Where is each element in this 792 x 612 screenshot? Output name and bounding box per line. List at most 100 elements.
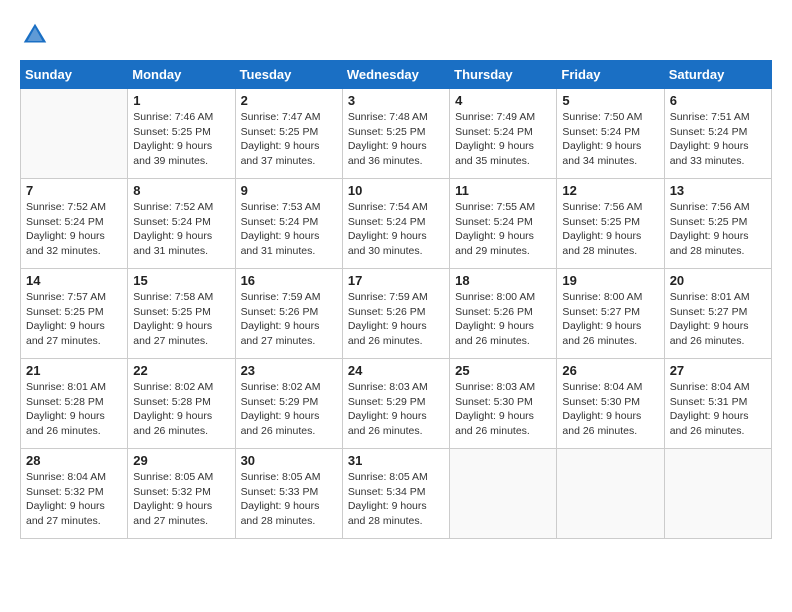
logo — [20, 20, 54, 50]
day-info: Sunrise: 7:50 AM Sunset: 5:24 PM Dayligh… — [562, 110, 658, 169]
calendar-cell: 22 Sunrise: 8:02 AM Sunset: 5:28 PM Dayli… — [128, 359, 235, 449]
calendar-cell: 28 Sunrise: 8:04 AM Sunset: 5:32 PM Dayli… — [21, 449, 128, 539]
day-number: 5 — [562, 93, 658, 108]
calendar-cell: 26Sunrise: 8:04 AM Sunset: 5:30 PM Dayli… — [557, 359, 664, 449]
calendar-cell: 11 Sunrise: 7:55 AM Sunset: 5:24 PM Dayli… — [450, 179, 557, 269]
calendar-cell: 7 Sunrise: 7:52 AM Sunset: 5:24 PM Daylig… — [21, 179, 128, 269]
calendar-week-row: 28 Sunrise: 8:04 AM Sunset: 5:32 PM Dayli… — [21, 449, 772, 539]
day-info: Sunrise: 7:49 AM Sunset: 5:24 PM Dayligh… — [455, 110, 551, 169]
calendar-cell: 23 Sunrise: 8:02 AM Sunset: 5:29 PM Dayli… — [235, 359, 342, 449]
day-info: Sunrise: 7:59 AM Sunset: 5:26 PM Dayligh… — [348, 290, 444, 349]
logo-icon — [20, 20, 50, 50]
day-number: 9 — [241, 183, 337, 198]
day-info: Sunrise: 7:52 AM Sunset: 5:24 PM Dayligh… — [133, 200, 229, 259]
day-info: Sunrise: 8:04 AM Sunset: 5:32 PM Dayligh… — [26, 470, 122, 529]
calendar-cell: 16 Sunrise: 7:59 AM Sunset: 5:26 PM Dayli… — [235, 269, 342, 359]
day-info: Sunrise: 8:01 AM Sunset: 5:27 PM Dayligh… — [670, 290, 766, 349]
calendar-cell: 19 Sunrise: 8:00 AM Sunset: 5:27 PM Dayli… — [557, 269, 664, 359]
calendar-cell: 24 Sunrise: 8:03 AM Sunset: 5:29 PM Dayli… — [342, 359, 449, 449]
day-number: 17 — [348, 273, 444, 288]
calendar-cell — [450, 449, 557, 539]
calendar-cell: 9 Sunrise: 7:53 AM Sunset: 5:24 PM Daylig… — [235, 179, 342, 269]
calendar-cell: 13 Sunrise: 7:56 AM Sunset: 5:25 PM Dayli… — [664, 179, 771, 269]
day-info: Sunrise: 7:56 AM Sunset: 5:25 PM Dayligh… — [670, 200, 766, 259]
day-info: Sunrise: 7:59 AM Sunset: 5:26 PM Dayligh… — [241, 290, 337, 349]
weekday-header-sunday: Sunday — [21, 61, 128, 89]
calendar-cell: 8 Sunrise: 7:52 AM Sunset: 5:24 PM Daylig… — [128, 179, 235, 269]
day-info: Sunrise: 8:02 AM Sunset: 5:29 PM Dayligh… — [241, 380, 337, 439]
day-number: 19 — [562, 273, 658, 288]
day-info: Sunrise: 7:57 AM Sunset: 5:25 PM Dayligh… — [26, 290, 122, 349]
calendar-week-row: 7 Sunrise: 7:52 AM Sunset: 5:24 PM Daylig… — [21, 179, 772, 269]
calendar-cell: 29 Sunrise: 8:05 AM Sunset: 5:32 PM Dayli… — [128, 449, 235, 539]
day-info: Sunrise: 8:05 AM Sunset: 5:32 PM Dayligh… — [133, 470, 229, 529]
calendar-week-row: 21 Sunrise: 8:01 AM Sunset: 5:28 PM Dayli… — [21, 359, 772, 449]
day-info: Sunrise: 8:00 AM Sunset: 5:26 PM Dayligh… — [455, 290, 551, 349]
page-header — [20, 20, 772, 50]
day-number: 30 — [241, 453, 337, 468]
calendar-cell — [664, 449, 771, 539]
day-number: 18 — [455, 273, 551, 288]
day-number: 8 — [133, 183, 229, 198]
calendar-cell: 30 Sunrise: 8:05 AM Sunset: 5:33 PM Dayli… — [235, 449, 342, 539]
day-info: Sunrise: 8:05 AM Sunset: 5:33 PM Dayligh… — [241, 470, 337, 529]
calendar-cell: 4 Sunrise: 7:49 AM Sunset: 5:24 PM Daylig… — [450, 89, 557, 179]
day-number: 1 — [133, 93, 229, 108]
day-info: Sunrise: 7:56 AM Sunset: 5:25 PM Dayligh… — [562, 200, 658, 259]
day-info: Sunrise: 7:46 AM Sunset: 5:25 PM Dayligh… — [133, 110, 229, 169]
day-number: 7 — [26, 183, 122, 198]
calendar-header: SundayMondayTuesdayWednesdayThursdayFrid… — [21, 61, 772, 89]
calendar-cell: 2Sunrise: 7:47 AM Sunset: 5:25 PM Daylig… — [235, 89, 342, 179]
day-number: 6 — [670, 93, 766, 108]
calendar-cell: 20Sunrise: 8:01 AM Sunset: 5:27 PM Dayli… — [664, 269, 771, 359]
calendar-week-row: 14 Sunrise: 7:57 AM Sunset: 5:25 PM Dayli… — [21, 269, 772, 359]
day-number: 22 — [133, 363, 229, 378]
calendar-cell — [557, 449, 664, 539]
day-number: 15 — [133, 273, 229, 288]
weekday-header-thursday: Thursday — [450, 61, 557, 89]
day-number: 16 — [241, 273, 337, 288]
weekday-header-wednesday: Wednesday — [342, 61, 449, 89]
day-info: Sunrise: 7:54 AM Sunset: 5:24 PM Dayligh… — [348, 200, 444, 259]
day-info: Sunrise: 8:04 AM Sunset: 5:31 PM Dayligh… — [670, 380, 766, 439]
calendar-cell: 17 Sunrise: 7:59 AM Sunset: 5:26 PM Dayli… — [342, 269, 449, 359]
day-number: 29 — [133, 453, 229, 468]
calendar-cell: 5 Sunrise: 7:50 AM Sunset: 5:24 PM Daylig… — [557, 89, 664, 179]
day-number: 14 — [26, 273, 122, 288]
weekday-header-tuesday: Tuesday — [235, 61, 342, 89]
day-number: 31 — [348, 453, 444, 468]
day-number: 13 — [670, 183, 766, 198]
day-info: Sunrise: 7:58 AM Sunset: 5:25 PM Dayligh… — [133, 290, 229, 349]
weekday-header-saturday: Saturday — [664, 61, 771, 89]
day-number: 10 — [348, 183, 444, 198]
day-number: 12 — [562, 183, 658, 198]
day-info: Sunrise: 8:04 AM Sunset: 5:30 PM Dayligh… — [562, 380, 658, 439]
calendar-cell: 6Sunrise: 7:51 AM Sunset: 5:24 PM Daylig… — [664, 89, 771, 179]
day-info: Sunrise: 7:52 AM Sunset: 5:24 PM Dayligh… — [26, 200, 122, 259]
calendar-week-row: 1 Sunrise: 7:46 AM Sunset: 5:25 PM Daylig… — [21, 89, 772, 179]
weekday-header-monday: Monday — [128, 61, 235, 89]
calendar-cell: 31 Sunrise: 8:05 AM Sunset: 5:34 PM Dayli… — [342, 449, 449, 539]
calendar-cell: 25Sunrise: 8:03 AM Sunset: 5:30 PM Dayli… — [450, 359, 557, 449]
day-info: Sunrise: 7:53 AM Sunset: 5:24 PM Dayligh… — [241, 200, 337, 259]
day-number: 21 — [26, 363, 122, 378]
day-number: 11 — [455, 183, 551, 198]
day-info: Sunrise: 8:03 AM Sunset: 5:29 PM Dayligh… — [348, 380, 444, 439]
day-info: Sunrise: 7:55 AM Sunset: 5:24 PM Dayligh… — [455, 200, 551, 259]
day-info: Sunrise: 8:02 AM Sunset: 5:28 PM Dayligh… — [133, 380, 229, 439]
day-number: 24 — [348, 363, 444, 378]
day-number: 4 — [455, 93, 551, 108]
day-info: Sunrise: 8:05 AM Sunset: 5:34 PM Dayligh… — [348, 470, 444, 529]
day-number: 27 — [670, 363, 766, 378]
calendar-cell — [21, 89, 128, 179]
calendar-cell: 14 Sunrise: 7:57 AM Sunset: 5:25 PM Dayli… — [21, 269, 128, 359]
day-number: 28 — [26, 453, 122, 468]
calendar-cell: 15 Sunrise: 7:58 AM Sunset: 5:25 PM Dayli… — [128, 269, 235, 359]
day-number: 2 — [241, 93, 337, 108]
calendar-table: SundayMondayTuesdayWednesdayThursdayFrid… — [20, 60, 772, 539]
day-info: Sunrise: 8:00 AM Sunset: 5:27 PM Dayligh… — [562, 290, 658, 349]
calendar-cell: 27 Sunrise: 8:04 AM Sunset: 5:31 PM Dayli… — [664, 359, 771, 449]
calendar-cell: 12 Sunrise: 7:56 AM Sunset: 5:25 PM Dayli… — [557, 179, 664, 269]
day-info: Sunrise: 8:01 AM Sunset: 5:28 PM Dayligh… — [26, 380, 122, 439]
day-number: 23 — [241, 363, 337, 378]
